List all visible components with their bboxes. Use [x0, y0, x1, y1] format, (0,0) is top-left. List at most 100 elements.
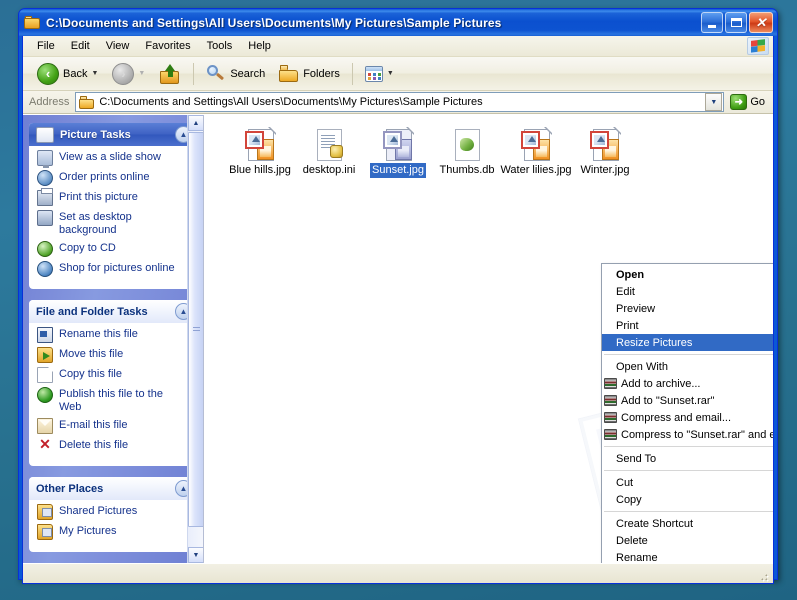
close-button[interactable]: ✕: [749, 12, 773, 33]
file-list-pane[interactable]: Blue hills.jpg desktop.ini Sunset.jpg Th…: [203, 115, 773, 563]
task-sidebar: Picture Tasks ▲ View as a slide show Ord…: [23, 115, 203, 563]
views-dropdown-icon[interactable]: ▼: [387, 70, 394, 77]
panel-title: Picture Tasks: [60, 128, 131, 141]
address-dropdown-button[interactable]: ▼: [705, 93, 723, 111]
sidebar-item-my-pictures[interactable]: My Pictures: [37, 524, 191, 540]
sidebar-item-label: My Pictures: [59, 525, 117, 537]
sidebar-item-label: Order prints online: [59, 171, 150, 183]
context-menu-item-cut[interactable]: Cut: [602, 474, 773, 491]
resize-grip[interactable]: [759, 570, 771, 582]
panel-header-file-folder-tasks[interactable]: File and Folder Tasks ▲: [29, 300, 197, 323]
order-prints-icon: [37, 170, 53, 186]
address-bar: Address C:\Documents and Settings\All Us…: [23, 91, 773, 114]
windows-flag-icon: [747, 37, 769, 55]
menu-file[interactable]: File: [29, 38, 63, 54]
context-menu-item-add-to-rar[interactable]: Add to "Sunset.rar": [602, 392, 773, 409]
thumbs-icon: [451, 127, 483, 163]
views-button[interactable]: ▼: [359, 61, 400, 87]
up-button[interactable]: [153, 61, 187, 87]
scroll-up-button[interactable]: ▲: [188, 115, 203, 131]
back-button[interactable]: ‹ Back ▼: [31, 61, 104, 87]
sidebar-item-order-prints[interactable]: Order prints online: [37, 170, 191, 186]
panel-body-file-folder-tasks: Rename this file Move this file Copy thi…: [29, 323, 197, 466]
sidebar-item-rename-file[interactable]: Rename this file: [37, 327, 191, 343]
sidebar-scrollbar[interactable]: ▲ ▼: [187, 115, 203, 563]
sidebar-item-slideshow[interactable]: View as a slide show: [37, 150, 191, 168]
address-label: Address: [29, 96, 70, 108]
menu-item-label: Create Shortcut: [616, 517, 694, 530]
context-menu-item-delete[interactable]: Delete: [602, 532, 773, 549]
print-icon: [37, 188, 53, 206]
sidebar-item-set-desktop-background[interactable]: Set as desktop background: [37, 210, 191, 237]
go-button[interactable]: ➜ Go: [728, 94, 771, 110]
back-label: Back: [63, 67, 88, 80]
panel-header-picture-tasks[interactable]: Picture Tasks ▲: [29, 123, 197, 146]
context-menu-item-add-to-archive[interactable]: Add to archive...: [602, 375, 773, 392]
menu-item-label: Preview: [616, 302, 656, 315]
views-icon: [364, 65, 383, 82]
forward-button[interactable]: › ▼: [106, 61, 151, 87]
context-menu-item-create-shortcut[interactable]: Create Shortcut: [602, 515, 773, 532]
sidebar-item-copy-to-cd[interactable]: Copy to CD: [37, 241, 191, 257]
context-menu-item-compress-to-rar-and-email[interactable]: Compress to "Sunset.rar" and email: [602, 426, 773, 443]
context-menu-item-send-to[interactable]: Send To ▶: [602, 450, 773, 467]
file-item[interactable]: Winter.jpg: [563, 121, 647, 181]
email-icon: [37, 418, 53, 434]
sidebar-item-publish-web[interactable]: Publish this file to the Web: [37, 387, 191, 414]
menu-favorites[interactable]: Favorites: [137, 38, 198, 54]
slideshow-icon: [37, 150, 53, 168]
menu-tools[interactable]: Tools: [199, 38, 241, 54]
menu-separator: [604, 446, 773, 447]
search-button[interactable]: Search: [200, 61, 271, 87]
delete-icon: ✕: [39, 436, 51, 452]
context-menu-item-preview[interactable]: Preview: [602, 300, 773, 317]
panel-body-picture-tasks: View as a slide show Order prints online…: [29, 146, 197, 289]
sidebar-item-delete-file[interactable]: ✕ Delete this file: [37, 436, 191, 454]
address-folder-icon: [79, 95, 95, 109]
address-input[interactable]: C:\Documents and Settings\All Users\Docu…: [75, 92, 725, 112]
context-menu-item-compress-and-email[interactable]: Compress and email...: [602, 409, 773, 426]
menu-item-label: Copy: [616, 493, 642, 506]
back-dropdown-icon[interactable]: ▼: [91, 70, 98, 77]
menu-help[interactable]: Help: [240, 38, 279, 54]
title-bar[interactable]: C:\Documents and Settings\All Users\Docu…: [19, 9, 777, 36]
context-menu[interactable]: Open Edit Preview Print Resize Pictures: [601, 263, 773, 563]
context-menu-item-copy[interactable]: Copy: [602, 491, 773, 508]
sidebar-item-label: Move this file: [59, 348, 124, 360]
go-label: Go: [750, 96, 765, 108]
context-menu-item-open-with[interactable]: Open With ▶: [602, 358, 773, 375]
forward-dropdown-icon[interactable]: ▼: [138, 70, 145, 77]
sidebar-item-copy-file[interactable]: Copy this file: [37, 367, 191, 383]
winrar-icon: [604, 411, 618, 424]
menu-edit[interactable]: Edit: [63, 38, 98, 54]
up-folder-icon: [159, 63, 181, 84]
move-icon: [37, 347, 53, 363]
search-icon: [206, 64, 226, 83]
publish-web-icon: [37, 387, 53, 403]
sidebar-item-move-file[interactable]: Move this file: [37, 347, 191, 363]
context-menu-item-resize-pictures[interactable]: Resize Pictures: [602, 334, 773, 351]
context-menu-item-open[interactable]: Open: [602, 266, 773, 283]
menu-view[interactable]: View: [98, 38, 138, 54]
maximize-button[interactable]: [725, 12, 747, 33]
forward-arrow-icon: ›: [112, 62, 135, 85]
menu-separator: [604, 470, 773, 471]
scroll-down-button[interactable]: ▼: [188, 547, 203, 563]
folders-label: Folders: [303, 67, 340, 80]
status-bar: [23, 563, 773, 583]
sidebar-item-shop-pictures[interactable]: Shop for pictures online: [37, 261, 191, 277]
context-menu-item-print[interactable]: Print: [602, 317, 773, 334]
sidebar-item-shared-pictures[interactable]: Shared Pictures: [37, 504, 191, 520]
panel-header-other-places[interactable]: Other Places ▲: [29, 477, 197, 500]
sidebar-item-email-file[interactable]: E-mail this file: [37, 418, 191, 434]
minimize-button[interactable]: [701, 12, 723, 33]
folders-button[interactable]: Folders: [273, 61, 346, 87]
context-menu-item-edit[interactable]: Edit: [602, 283, 773, 300]
jpg-icon: [244, 126, 277, 163]
folder-icon: [24, 15, 41, 30]
sidebar-item-print-picture[interactable]: Print this picture: [37, 188, 191, 206]
context-menu-item-rename[interactable]: Rename: [602, 549, 773, 564]
scrollbar-thumb[interactable]: [188, 132, 203, 527]
file-name: Winter.jpg: [580, 164, 630, 176]
sidebar-item-label: Rename this file: [59, 328, 138, 340]
